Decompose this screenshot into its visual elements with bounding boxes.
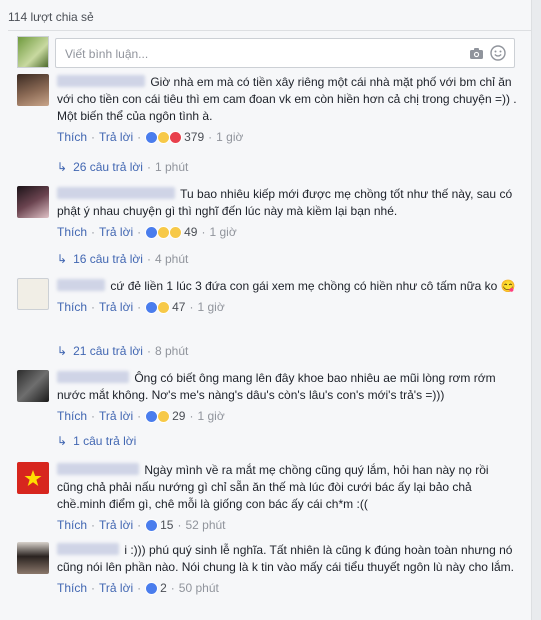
comment-actions: Thích · Trả lời · 379 · 1 giờ bbox=[57, 130, 244, 144]
comment-composer: Viết bình luận... bbox=[17, 36, 517, 70]
love-icon bbox=[169, 130, 183, 144]
reaction-summary[interactable]: 49 bbox=[145, 225, 197, 239]
comments-panel: 114 lượt chia sẻ Viết bình luận... Giờ n… bbox=[0, 0, 532, 620]
camera-icon[interactable] bbox=[469, 47, 484, 63]
reply-link[interactable]: Trả lời bbox=[99, 518, 133, 532]
like-link[interactable]: Thích bbox=[57, 518, 87, 532]
reply-link[interactable]: Trả lời bbox=[99, 130, 133, 144]
comment-actions: Thích · Trả lời · 49 · 1 giờ bbox=[57, 225, 237, 239]
view-replies[interactable]: ↳ 1 câu trả lời bbox=[57, 434, 136, 448]
commenter-name[interactable] bbox=[57, 187, 175, 199]
emoji-icon[interactable] bbox=[490, 45, 506, 64]
like-icon bbox=[145, 581, 159, 595]
reaction-summary[interactable]: 29 bbox=[145, 409, 185, 423]
comment-time[interactable]: 1 giờ bbox=[216, 130, 243, 144]
reply-link[interactable]: Trả lời bbox=[99, 225, 133, 239]
commenter-avatar[interactable] bbox=[17, 370, 49, 402]
reply-arrow-icon: ↳ bbox=[57, 252, 68, 266]
divider bbox=[8, 30, 531, 31]
like-link[interactable]: Thích bbox=[57, 300, 87, 314]
reply-arrow-icon: ↳ bbox=[57, 434, 68, 448]
reaction-summary[interactable]: 15 bbox=[145, 518, 173, 532]
like-link[interactable]: Thích bbox=[57, 409, 87, 423]
commenter-avatar[interactable] bbox=[17, 542, 49, 574]
reaction-summary[interactable]: 2 bbox=[145, 581, 167, 595]
comment-time[interactable]: 52 phút bbox=[185, 518, 225, 532]
commenter-name[interactable] bbox=[57, 543, 119, 555]
comment-time[interactable]: 1 giờ bbox=[197, 409, 224, 423]
like-link[interactable]: Thích bbox=[57, 581, 87, 595]
my-avatar bbox=[17, 36, 49, 68]
commenter-avatar[interactable] bbox=[17, 186, 49, 218]
comment-actions: Thích · Trả lời · 2 · 50 phút bbox=[57, 581, 219, 595]
comment-input-placeholder: Viết bình luận... bbox=[65, 47, 149, 61]
view-replies[interactable]: ↳ 26 câu trả lời · 1 phút bbox=[57, 160, 188, 174]
comment-time[interactable]: 1 giờ bbox=[209, 225, 236, 239]
view-replies[interactable]: ↳ 16 câu trả lời · 4 phút bbox=[57, 252, 188, 266]
reply-arrow-icon: ↳ bbox=[57, 160, 68, 174]
comment-actions: Thích · Trả lời · 47 · 1 giờ bbox=[57, 300, 225, 314]
commenter-avatar[interactable] bbox=[17, 278, 49, 310]
comment-actions: Thích · Trả lời · 15 · 52 phút bbox=[57, 518, 226, 532]
star-icon bbox=[24, 470, 42, 486]
reply-link[interactable]: Trả lời bbox=[99, 300, 133, 314]
reply-link[interactable]: Trả lời bbox=[99, 409, 133, 423]
reaction-summary[interactable]: 47 bbox=[145, 300, 185, 314]
comment-time[interactable]: 50 phút bbox=[179, 581, 219, 595]
comment-time[interactable]: 1 giờ bbox=[197, 300, 224, 314]
like-link[interactable]: Thích bbox=[57, 225, 87, 239]
commenter-avatar[interactable] bbox=[17, 74, 49, 106]
sad-icon bbox=[169, 225, 183, 239]
commenter-name[interactable] bbox=[57, 371, 129, 383]
commenter-name[interactable] bbox=[57, 463, 139, 475]
commenter-name[interactable] bbox=[57, 279, 105, 291]
share-count[interactable]: 114 lượt chia sẻ bbox=[8, 10, 94, 24]
reply-link[interactable]: Trả lời bbox=[99, 581, 133, 595]
reaction-summary[interactable]: 379 bbox=[145, 130, 204, 144]
commenter-name[interactable] bbox=[57, 75, 145, 87]
reply-arrow-icon: ↳ bbox=[57, 344, 68, 358]
view-replies[interactable]: ↳ 21 câu trả lời · 8 phút bbox=[57, 344, 188, 358]
like-icon bbox=[145, 518, 159, 532]
haha-icon bbox=[157, 409, 171, 423]
comment-text: cứ đẻ liền 1 lúc 3 đứa con gái xem mẹ ch… bbox=[110, 279, 516, 293]
commenter-avatar[interactable] bbox=[17, 462, 49, 494]
haha-icon bbox=[157, 300, 171, 314]
like-link[interactable]: Thích bbox=[57, 130, 87, 144]
comment-text: i :))) phú quý sinh lễ nghĩa. Tất nhiên … bbox=[57, 543, 514, 574]
comment-actions: Thích · Trả lời · 29 · 1 giờ bbox=[57, 409, 225, 423]
comment-input[interactable]: Viết bình luận... bbox=[55, 38, 515, 68]
